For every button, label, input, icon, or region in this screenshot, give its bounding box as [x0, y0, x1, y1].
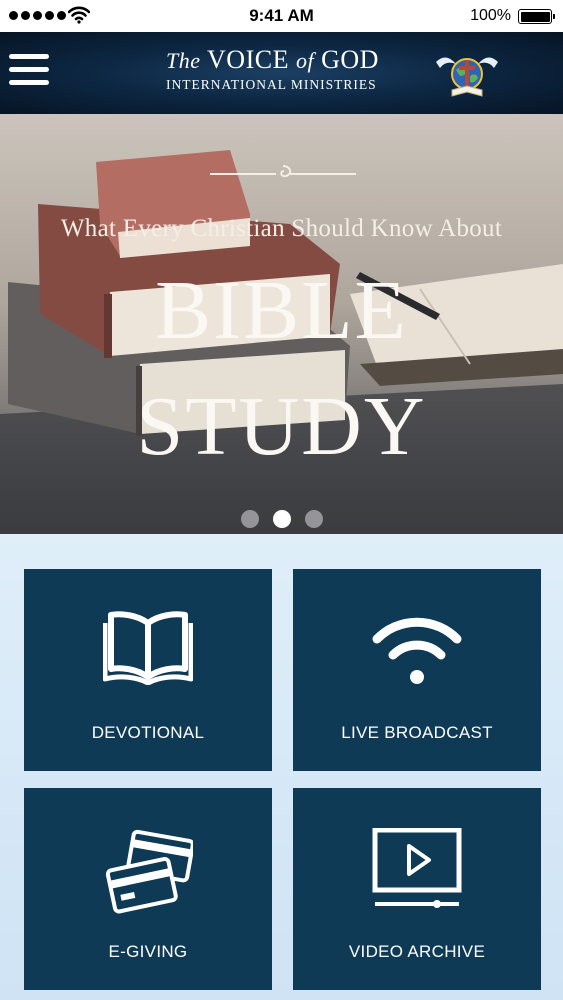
video-archive-tile[interactable]: VIDEO ARCHIVE [293, 788, 541, 990]
brand-logo: The VOICE of GOD INTERNATIONAL MINISTRIE… [166, 46, 392, 102]
feature-tiles: DEVOTIONAL LIVE BROADCAST E-GIVING VIDEO… [0, 534, 563, 1000]
open-book-icon [103, 611, 193, 685]
hamburger-menu-icon[interactable] [9, 54, 49, 94]
hero-tagline: What Every Christian Should Know About [60, 215, 503, 242]
hero-title-line2: STUDY [136, 380, 427, 473]
app-header: The VOICE of GOD INTERNATIONAL MINISTRIE… [0, 32, 563, 114]
status-bar: 9:41 AM 100% [0, 0, 563, 32]
brand-title: The VOICE of GOD [166, 45, 379, 74]
e-giving-tile[interactable]: E-GIVING [24, 788, 272, 990]
credit-cards-icon [105, 829, 193, 914]
carousel-dot-2[interactable] [272, 510, 291, 528]
video-archive-label: VIDEO ARCHIVE [348, 942, 486, 961]
hero-banner[interactable]: What Every Christian Should Know About B… [0, 114, 563, 534]
carousel-indicator [0, 510, 563, 528]
ministry-emblem-icon [436, 57, 498, 97]
devotional-tile[interactable]: DEVOTIONAL [24, 569, 272, 771]
brand-subtitle: INTERNATIONAL MINISTRIES [166, 77, 377, 92]
carousel-dot-3[interactable] [304, 510, 323, 528]
wifi-icon [372, 617, 462, 684]
live-broadcast-tile[interactable]: LIVE BROADCAST [293, 569, 541, 771]
carousel-dot-1[interactable] [240, 510, 259, 528]
devotional-label: DEVOTIONAL [91, 723, 205, 742]
live-broadcast-label: LIVE BROADCAST [341, 723, 493, 742]
ornament-divider-icon [210, 165, 356, 178]
e-giving-label: E-GIVING [108, 942, 188, 961]
battery-percent: 100% [470, 7, 511, 24]
battery-icon [518, 9, 555, 24]
video-player-icon [372, 828, 462, 908]
hero-title-line1: BIBLE [155, 264, 408, 357]
